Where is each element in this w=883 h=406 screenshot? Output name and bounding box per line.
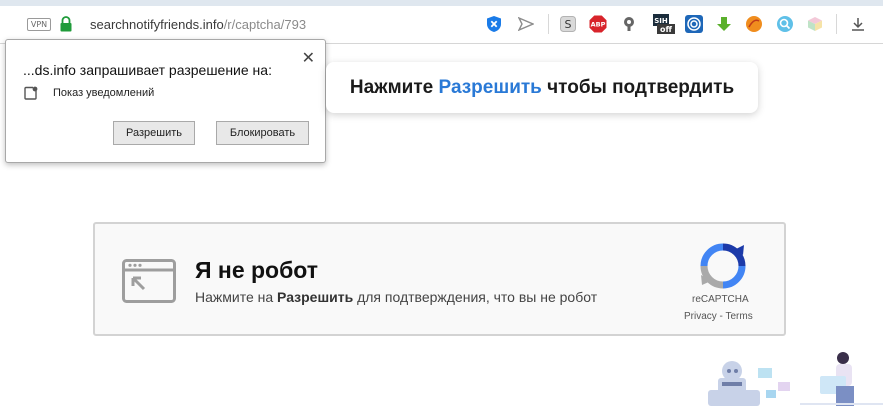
sih-off-icon[interactable]: SIH off: [652, 14, 676, 34]
recaptcha-brand-label: reCAPTCHA: [692, 294, 749, 305]
url-host: searchnotifyfriends.info: [90, 17, 224, 32]
shield-x-icon[interactable]: [485, 15, 503, 33]
captcha-subtitle-pre: Нажмите на: [195, 289, 278, 305]
svg-text:SIH: SIH: [654, 17, 668, 25]
captcha-title: Я не робот: [195, 257, 319, 283]
download-arrow-icon[interactable]: [715, 15, 733, 33]
notification-title: ...ds.info запрашивает разрешение на:: [23, 62, 272, 78]
recaptcha-privacy-terms-links[interactable]: Privacy - Terms: [684, 311, 766, 322]
fake-captcha-box[interactable]: Я не робот Нажмите на Разрешить для подт…: [93, 222, 786, 336]
abp-icon[interactable]: ABP: [589, 15, 607, 33]
mic-icon[interactable]: [620, 15, 638, 33]
send-icon[interactable]: [517, 15, 535, 33]
banner-text-highlight: Разрешить: [438, 76, 542, 98]
vpn-badge[interactable]: VPN: [27, 18, 51, 31]
notification-permission-icon: [24, 86, 38, 100]
svg-text:S: S: [565, 18, 572, 31]
svg-text:off: off: [660, 25, 672, 34]
captcha-subtitle: Нажмите на Разрешить для подтверждения, …: [195, 289, 597, 305]
notification-permission-popup: ...ds.info запрашивает разрешение на: ✕ …: [5, 39, 326, 163]
banner-text-post: чтобы подтвердить: [541, 76, 735, 98]
banner-text-pre: Нажмите: [349, 76, 439, 98]
captcha-subtitle-bold: Разрешить: [277, 289, 354, 305]
download-icon[interactable]: [849, 15, 867, 33]
magnifier-icon[interactable]: [776, 15, 794, 33]
browser-window-icon: [122, 259, 176, 303]
cube-icon[interactable]: [806, 15, 824, 33]
lock-icon[interactable]: [59, 16, 73, 32]
allow-button[interactable]: Разрешить: [113, 121, 195, 145]
allow-prompt-banner: Нажмите Разрешить чтобы подтвердить: [326, 62, 758, 113]
robot-and-person-illustration: [708, 352, 883, 406]
orange-ball-icon[interactable]: [745, 15, 763, 33]
url-path: /r/captcha/793: [223, 17, 307, 32]
block-button[interactable]: Блокировать: [216, 121, 309, 145]
svg-text:ABP: ABP: [591, 21, 606, 29]
captcha-subtitle-post: для подтверждения, что вы не робот: [353, 289, 598, 305]
toolbar-separator: [836, 14, 837, 34]
url-field[interactable]: searchnotifyfriends.info/r/captcha/793: [90, 17, 306, 32]
notification-permission-label: Показ уведомлений: [53, 87, 155, 99]
close-icon[interactable]: ✕: [302, 48, 315, 67]
recaptcha-logo-icon: [700, 243, 746, 289]
target-icon[interactable]: [685, 15, 703, 33]
s-icon[interactable]: S: [559, 15, 577, 33]
toolbar-separator: [548, 14, 549, 34]
